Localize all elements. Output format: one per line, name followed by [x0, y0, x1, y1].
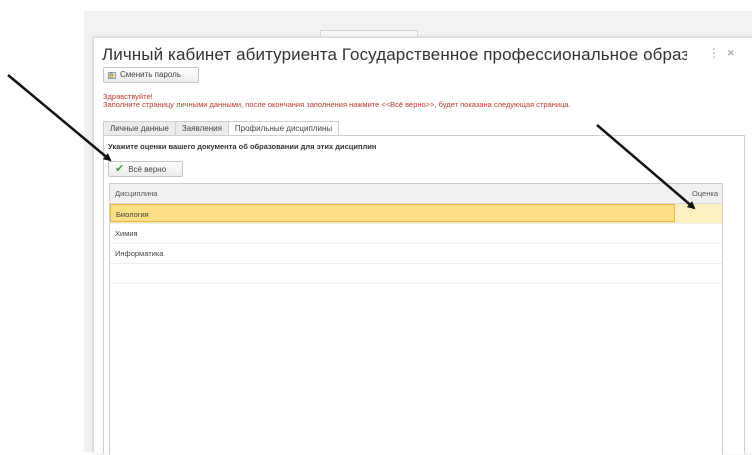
checkmark-icon: ✔	[115, 163, 125, 175]
table-row[interactable]: Информатика	[110, 244, 722, 264]
tab-panel-profile-disciplines: Укажите оценки вашего документа об образ…	[103, 135, 745, 455]
table-row[interactable]: Биология	[110, 204, 722, 224]
column-header-grade[interactable]: Оценка	[692, 189, 718, 198]
confirm-button-label: Всё верно	[128, 164, 167, 174]
more-options-icon[interactable]: ⋮	[708, 46, 720, 60]
window-title: Личный кабинет абитуриента Государственн…	[102, 45, 687, 64]
password-change-icon	[108, 71, 117, 79]
grades-prompt: Укажите оценки вашего документа об образ…	[108, 142, 377, 151]
grade-cell[interactable]	[675, 224, 722, 243]
discipline-cell[interactable]: Информатика	[110, 244, 675, 263]
instruction-message: Заполните страницу личными данными, посл…	[103, 100, 571, 109]
applicant-cabinet-window: Личный кабинет абитуриента Государственн…	[93, 37, 752, 455]
tab-personal-data[interactable]: Личные данные	[103, 121, 176, 136]
table-header: Дисциплина Оценка	[110, 184, 722, 204]
change-password-label: Сменить пароль	[120, 70, 182, 79]
discipline-cell[interactable]: Химия	[110, 224, 675, 243]
column-header-discipline[interactable]: Дисциплина	[115, 189, 157, 198]
confirm-all-correct-button[interactable]: ✔ Всё верно	[108, 161, 183, 177]
tab-bar: Личные данные Заявления Профильные дисци…	[103, 121, 340, 137]
table-row-empty	[110, 264, 722, 284]
table-row[interactable]: Химия	[110, 224, 722, 244]
disciplines-table: Дисциплина Оценка Биология Химия Информа…	[109, 183, 723, 455]
discipline-cell[interactable]: Биология	[110, 204, 675, 222]
grade-cell[interactable]	[675, 244, 722, 263]
tab-applications[interactable]: Заявления	[174, 121, 229, 136]
change-password-button[interactable]: Сменить пароль	[103, 67, 199, 83]
close-icon[interactable]: ×	[727, 46, 735, 60]
grade-cell[interactable]	[675, 204, 722, 223]
